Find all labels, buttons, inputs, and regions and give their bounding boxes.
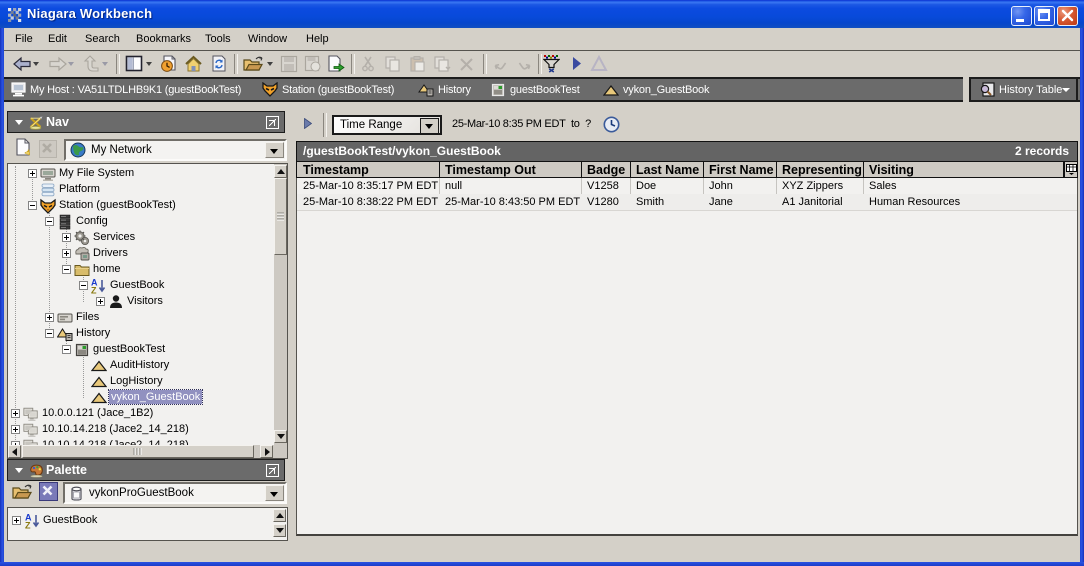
svg-text:Z: Z [91,286,97,295]
svg-text:Z: Z [25,521,31,530]
